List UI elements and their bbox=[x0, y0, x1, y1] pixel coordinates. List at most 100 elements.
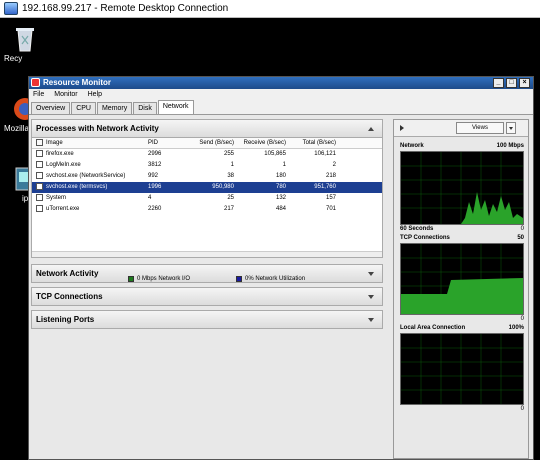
lan-graph-svg bbox=[401, 334, 523, 404]
tcp-graph-title: TCP Connections 50 bbox=[400, 234, 524, 243]
process-checkbox[interactable] bbox=[36, 171, 43, 179]
table-row[interactable]: uTorrent.exe 2260 217 484 701 bbox=[32, 204, 382, 215]
image-name: System bbox=[46, 195, 67, 201]
remote-desktop-area: Recy Mozilla ip Resource Monitor _ □ × F… bbox=[0, 18, 540, 460]
image-cell: svchost.exe (NetworkService) bbox=[36, 171, 148, 182]
send-cell: 25 bbox=[227, 195, 234, 201]
expand-icon[interactable] bbox=[368, 295, 374, 299]
image-name: svchost.exe (NetworkService) bbox=[46, 173, 126, 179]
pid-cell: 4 bbox=[148, 195, 152, 201]
expand-icon[interactable] bbox=[368, 318, 374, 322]
lan-graph bbox=[400, 333, 524, 405]
tab-cpu[interactable]: CPU bbox=[71, 102, 96, 114]
image-name: uTorrent.exe bbox=[46, 206, 80, 212]
horizontal-scrollbar[interactable] bbox=[32, 251, 382, 257]
processes-section-header[interactable]: Processes with Network Activity bbox=[31, 119, 383, 138]
graph-pane: Views Network 100 Mbps 60 Seconds 0 TCP … bbox=[393, 119, 529, 459]
table-row[interactable]: System 4 25 132 157 bbox=[32, 193, 382, 204]
column-total[interactable]: Total (B/sec) bbox=[288, 138, 338, 148]
rdc-titlebar: 192.168.99.217 - Remote Desktop Connecti… bbox=[0, 0, 540, 18]
total-cell: 2 bbox=[332, 162, 336, 168]
pid-cell: 992 bbox=[148, 173, 159, 179]
select-all-checkbox[interactable] bbox=[36, 138, 43, 146]
pid-cell: 3812 bbox=[148, 162, 162, 168]
image-cell: firefox.exe bbox=[36, 149, 148, 160]
resource-monitor-icon bbox=[31, 78, 40, 87]
tab-disk[interactable]: Disk bbox=[133, 102, 157, 114]
tcp-graph-max: 50 bbox=[517, 235, 524, 241]
column-pid[interactable]: PID bbox=[148, 138, 186, 148]
column-image[interactable]: Image bbox=[36, 138, 148, 148]
tab-memory[interactable]: Memory bbox=[96, 102, 133, 114]
views-dropdown-icon[interactable] bbox=[506, 122, 516, 134]
network-graph-footer: 60 Seconds 0 bbox=[400, 225, 524, 234]
menu-monitor[interactable]: Monitor bbox=[54, 89, 77, 100]
table-row[interactable]: LogMeIn.exe 3812 1 1 2 bbox=[32, 160, 382, 171]
network-graph-svg bbox=[401, 152, 523, 224]
network-graph-max: 100 Mbps bbox=[496, 143, 524, 149]
menu-help[interactable]: Help bbox=[88, 89, 102, 100]
send-cell: 217 bbox=[223, 206, 234, 212]
lan-graph-min: 0 bbox=[520, 406, 524, 412]
remote-desktop-icon bbox=[4, 2, 18, 15]
receive-cell: 780 bbox=[275, 184, 286, 190]
maximize-button[interactable]: □ bbox=[506, 78, 517, 88]
tab-network[interactable]: Network bbox=[157, 100, 194, 114]
network-graph-min: 0 bbox=[520, 226, 524, 232]
expand-icon[interactable] bbox=[368, 272, 374, 276]
tcp-connections-area bbox=[401, 278, 523, 314]
pid-cell: 2996 bbox=[148, 151, 162, 157]
tab-bar: Overview CPU Memory Disk Network bbox=[29, 100, 533, 115]
total-cell: 701 bbox=[325, 206, 336, 212]
table-header: Image PID Send (B/sec) Receive (B/sec) T… bbox=[32, 138, 382, 149]
network-activity-legend: 0 Mbps Network I/O 0% Network Utilizatio… bbox=[128, 270, 305, 288]
image-name: firefox.exe bbox=[46, 151, 74, 157]
lan-graph-title: Local Area Connection 100% bbox=[400, 324, 524, 333]
network-activity-header[interactable]: Network Activity 0 Mbps Network I/O 0% N… bbox=[31, 264, 383, 283]
table-row[interactable]: svchost.exe (termsvcs) 1996 950,980 780 951,… bbox=[32, 182, 382, 193]
expand-pane-icon[interactable] bbox=[400, 125, 404, 131]
column-send[interactable]: Send (B/sec) bbox=[186, 138, 236, 148]
receive-cell: 105,865 bbox=[264, 151, 286, 157]
listening-ports-header[interactable]: Listening Ports bbox=[31, 310, 383, 329]
process-checkbox[interactable] bbox=[36, 160, 43, 168]
network-utilization-label: 0% Network Utilization bbox=[245, 276, 306, 282]
listening-ports-title: Listening Ports bbox=[36, 315, 95, 324]
tcp-graph-footer: 0 bbox=[400, 315, 524, 324]
process-checkbox[interactable] bbox=[36, 204, 43, 212]
total-cell: 106,121 bbox=[314, 151, 336, 157]
image-cell: uTorrent.exe bbox=[36, 204, 148, 215]
tcp-connections-header[interactable]: TCP Connections bbox=[31, 287, 383, 306]
minimize-button[interactable]: _ bbox=[493, 78, 504, 88]
lan-graph-max: 100% bbox=[508, 325, 524, 331]
recycle-bin-icon[interactable] bbox=[10, 24, 40, 54]
process-checkbox[interactable] bbox=[36, 149, 43, 157]
network-activity-title: Network Activity bbox=[36, 269, 99, 278]
network-utilization-swatch bbox=[236, 276, 243, 282]
lan-graph-label: Local Area Connection bbox=[400, 325, 466, 331]
table-row[interactable]: firefox.exe 2996 255 105,865 106,121 bbox=[32, 149, 382, 160]
desktop-label-recycle: Recy bbox=[4, 54, 23, 63]
column-receive[interactable]: Receive (B/sec) bbox=[236, 138, 288, 148]
lan-graph-block: Local Area Connection 100% 0 bbox=[400, 324, 524, 414]
table-row[interactable]: svchost.exe (NetworkService) 992 38 180 218 bbox=[32, 171, 382, 182]
receive-cell: 132 bbox=[275, 195, 286, 201]
pid-cell: 2260 bbox=[148, 206, 162, 212]
menubar: File Monitor Help bbox=[29, 89, 533, 100]
left-pane: Processes with Network Activity Image PI… bbox=[31, 119, 383, 459]
total-cell: 218 bbox=[325, 173, 336, 179]
tab-overview[interactable]: Overview bbox=[31, 102, 71, 114]
collapse-icon[interactable] bbox=[368, 127, 374, 131]
menu-file[interactable]: File bbox=[33, 89, 44, 100]
tcp-connections-title: TCP Connections bbox=[36, 292, 103, 301]
column-image-label: Image bbox=[46, 140, 63, 146]
total-cell: 157 bbox=[325, 195, 336, 201]
views-button[interactable]: Views bbox=[456, 122, 504, 134]
send-cell: 950,980 bbox=[212, 184, 234, 190]
process-checkbox[interactable] bbox=[36, 193, 43, 201]
process-checkbox[interactable] bbox=[36, 182, 43, 190]
total-cell: 951,760 bbox=[314, 184, 336, 190]
rm-titlebar: Resource Monitor _ □ × bbox=[29, 77, 533, 89]
close-button[interactable]: × bbox=[519, 78, 530, 88]
lan-graph-footer: 0 bbox=[400, 405, 524, 414]
